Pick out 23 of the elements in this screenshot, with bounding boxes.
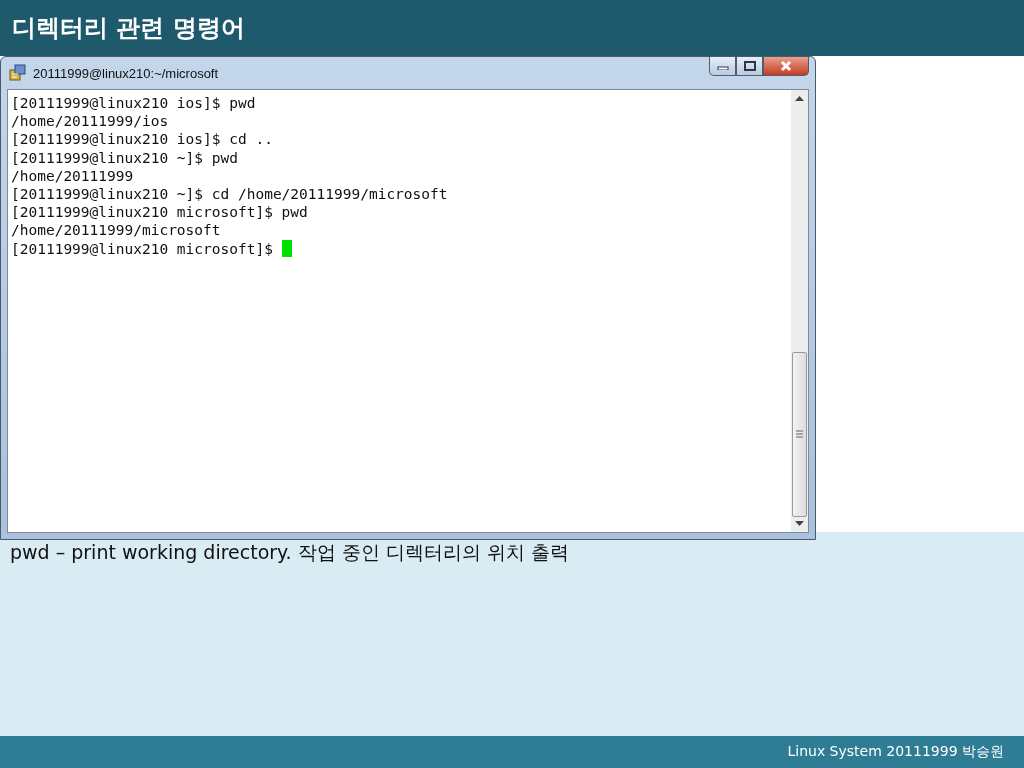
terminal-line: /home/20111999 — [11, 166, 134, 185]
close-icon — [779, 60, 793, 72]
window-title: 20111999@linux210:~/microsoft — [33, 65, 220, 81]
terminal-line: /home/20111999/ios — [11, 112, 169, 131]
maximize-button[interactable] — [736, 57, 763, 76]
terminal-app-icon — [9, 64, 27, 82]
scrollbar-thumb[interactable] — [792, 352, 807, 517]
caption-text: pwd – print working directory. 작업 중인 디렉터리의 위치 출력 — [10, 541, 569, 563]
scroll-down-icon[interactable] — [795, 521, 804, 526]
minimize-button[interactable] — [709, 57, 736, 76]
terminal-line: [20111999@linux210 ~]$ pwd — [11, 148, 238, 167]
slide-title: 디렉터리 관련 명령어 — [12, 13, 245, 44]
footer-text: Linux System 20111999 박승원 — [787, 743, 1004, 761]
terminal-line: [20111999@linux210 microsoft]$ pwd — [11, 203, 308, 222]
terminal-line: [20111999@linux210 ios]$ pwd — [11, 94, 256, 113]
terminal-line: [20111999@linux210 microsoft]$ — [11, 239, 274, 258]
terminal-line: [20111999@linux210 ~]$ cd /home/20111999/microsoft — [11, 184, 448, 204]
close-button[interactable] — [763, 57, 809, 76]
scrollbar[interactable] — [791, 90, 808, 532]
maximize-icon — [743, 61, 756, 71]
terminal-line: [20111999@linux210 ios]$ cd .. — [11, 130, 273, 149]
terminal-line: /home/20111999/microsoft — [11, 221, 221, 240]
scroll-up-icon[interactable] — [795, 96, 804, 101]
